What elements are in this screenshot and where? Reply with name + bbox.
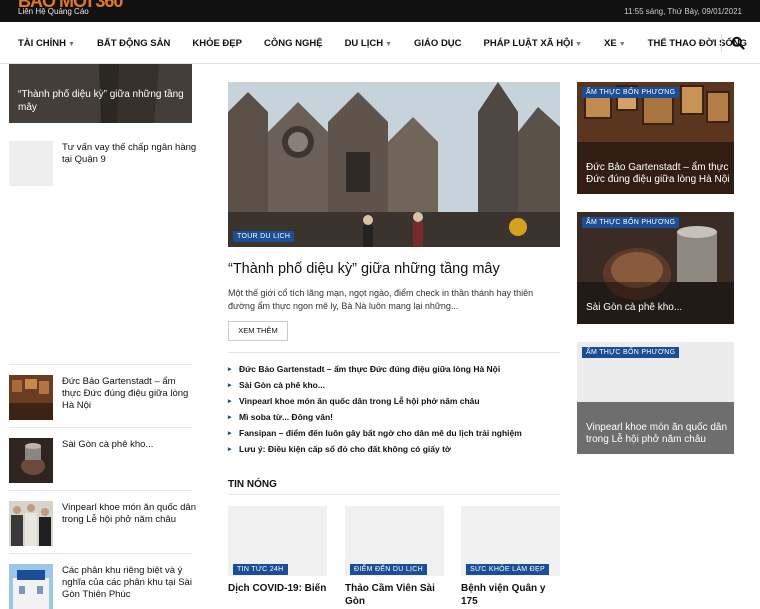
caret-right-icon: ▸ (228, 382, 232, 389)
category-tag[interactable]: ẨM THỰC BỐN PHƯƠNG (582, 217, 680, 228)
feature-card-title: Đức Bảo Gartenstadt – ẩm thực Đức đúng đ… (586, 162, 730, 185)
nav-item-phap-luat-xa-hoi[interactable]: PHÁP LUẬT XÃ HỘI ▼ (484, 38, 583, 49)
list-item-title[interactable]: Tư vấn vay thế chấp ngân hàng tại Quận 9 (62, 142, 197, 166)
chevron-down-icon: ▼ (618, 40, 626, 48)
hot-card[interactable]: ĐIỂM ĐẾN DU LỊCH (345, 506, 444, 576)
thumbnail-image (9, 501, 53, 546)
divider (9, 364, 192, 365)
related-link[interactable]: ▸ Mì soba từ... Đông vân! (228, 409, 560, 425)
related-link[interactable]: ▸ Fansipan – điểm đến luôn gây bất ngờ ch… (228, 425, 560, 441)
category-tag[interactable]: TIN TỨC 24H (233, 564, 288, 575)
related-link[interactable]: ▸ Lưu ý: Điều kiện cấp sổ đỏ cho đất khôn… (228, 441, 560, 457)
search-icon[interactable] (731, 36, 745, 50)
hot-card[interactable]: SỨC KHỎE LÀM ĐẸP (461, 506, 560, 576)
related-link[interactable]: ▸ Vinpearl khoe món ăn quốc dân trong Lễ … (228, 393, 560, 409)
related-link[interactable]: ▸ Đức Bảo Gartenstadt – ẩm thực Đức đúng … (228, 361, 560, 377)
caret-right-icon: ▸ (228, 414, 232, 421)
chevron-down-icon: ▼ (575, 40, 583, 48)
list-item-title[interactable]: Sài Gòn cà phê kho... (62, 439, 197, 451)
featured-image[interactable]: TOUR DU LỊCH (228, 82, 560, 247)
castle-photo (228, 82, 560, 247)
category-tag[interactable]: ĐIỂM ĐẾN DU LỊCH (350, 564, 427, 575)
divider (228, 494, 560, 495)
hero-caption: “Thành phố diệu kỳ” giữa những tầng mây (18, 89, 184, 113)
nav-item-giao-duc[interactable]: GIÁO DỤC (414, 38, 462, 49)
divider (9, 553, 192, 554)
read-more-button[interactable]: XEM THÊM (228, 321, 288, 341)
list-item-title[interactable]: Các phân khu riêng biệt và ý nghĩa của c… (62, 565, 197, 601)
main-navigation: TÀI CHÍNH ▼ BẤT ĐỘNG SẢN KHỎE ĐẸP CÔNG NG… (0, 22, 760, 64)
divider (228, 352, 560, 353)
hot-card-title[interactable]: Bệnh viện Quân y 175 (461, 582, 560, 608)
caret-right-icon: ▸ (228, 446, 232, 453)
related-links-list: ▸ Đức Bảo Gartenstadt – ẩm thực Đức đúng … (228, 361, 560, 457)
nav-item-du-lich[interactable]: DU LỊCH ▼ (345, 38, 392, 49)
caret-right-icon: ▸ (228, 430, 232, 437)
left-sidebar: “Thành phố diệu kỳ” giữa những tầng mây … (0, 64, 202, 609)
category-tag[interactable]: ẨM THỰC BỐN PHƯƠNG (582, 87, 680, 98)
list-item-title[interactable]: Đức Bảo Gartenstadt – ẩm thực Đức đúng đ… (62, 376, 197, 412)
thumbnail-image (9, 438, 53, 483)
caret-right-icon: ▸ (228, 398, 232, 405)
category-tag[interactable]: ẨM THỰC BỐN PHƯƠNG (582, 347, 680, 358)
feature-card[interactable]: ẨM THỰC BỐN PHƯƠNG Sài Gòn cà phê kho... (577, 212, 734, 324)
thumbnail-placeholder (9, 141, 53, 186)
category-tag[interactable]: TOUR DU LỊCH (233, 231, 295, 242)
feature-card-title: Sài Gòn cà phê kho... (586, 302, 683, 313)
feature-card[interactable]: ẨM THỰC BỐN PHƯƠNG Đức Bảo Gartenstadt –… (577, 82, 734, 194)
featured-excerpt: Một thế giới cổ tích lãng mạn, ngọt ngào… (228, 288, 534, 311)
divider (9, 490, 192, 491)
hot-card-title[interactable]: Dịch COVID-19: Biến (228, 582, 327, 595)
thumbnail-image (9, 564, 53, 609)
divider (9, 427, 192, 428)
top-bar: BÁO MỚI 360 Liên Hệ Quảng Cáo 11:55 sáng… (0, 0, 760, 22)
section-heading-hot: TIN NÓNG (228, 479, 277, 490)
chevron-down-icon: ▼ (385, 40, 393, 48)
hot-card[interactable]: TIN TỨC 24H (228, 506, 327, 576)
category-tag[interactable]: SỨC KHỎE LÀM ĐẸP (466, 564, 549, 575)
nav-item-tai-chinh[interactable]: TÀI CHÍNH ▼ (18, 38, 75, 49)
caret-right-icon: ▸ (228, 366, 232, 373)
left-hero-card[interactable]: “Thành phố diệu kỳ” giữa những tầng mây (9, 64, 192, 123)
nav-item-cong-nghe[interactable]: CÔNG NGHỆ (264, 38, 323, 49)
hot-card-title[interactable]: Thảo Cầm Viên Sài Gòn (345, 582, 444, 608)
nav-divider (721, 34, 722, 52)
nav-item-bat-dong-san[interactable]: BẤT ĐỘNG SẢN (97, 38, 170, 49)
nav-menu: TÀI CHÍNH ▼ BẤT ĐỘNG SẢN KHỎE ĐẸP CÔNG NG… (18, 22, 760, 64)
advertise-link[interactable]: Liên Hệ Quảng Cáo (18, 7, 89, 16)
related-link[interactable]: ▸ Sài Gòn cà phê kho... (228, 377, 560, 393)
list-item-title[interactable]: Vinpearl khoe món ăn quốc dân trong Lễ h… (62, 502, 197, 526)
nav-item-xe[interactable]: XE ▼ (604, 38, 626, 49)
chevron-down-icon: ▼ (68, 40, 75, 48)
current-datetime: 11:55 sáng, Thứ Bảy, 09/01/2021 (624, 7, 742, 16)
feature-card[interactable]: ẨM THỰC BỐN PHƯƠNG Vinpearl khoe món ăn … (577, 342, 734, 454)
thumbnail-image (9, 375, 53, 420)
nav-item-khoe-dep[interactable]: KHỎE ĐẸP (192, 38, 242, 49)
feature-card-title: Vinpearl khoe món ăn quốc dân trong Lễ h… (586, 422, 728, 445)
featured-headline[interactable]: “Thành phố diệu kỳ” giữa những tầng mây (228, 260, 560, 278)
